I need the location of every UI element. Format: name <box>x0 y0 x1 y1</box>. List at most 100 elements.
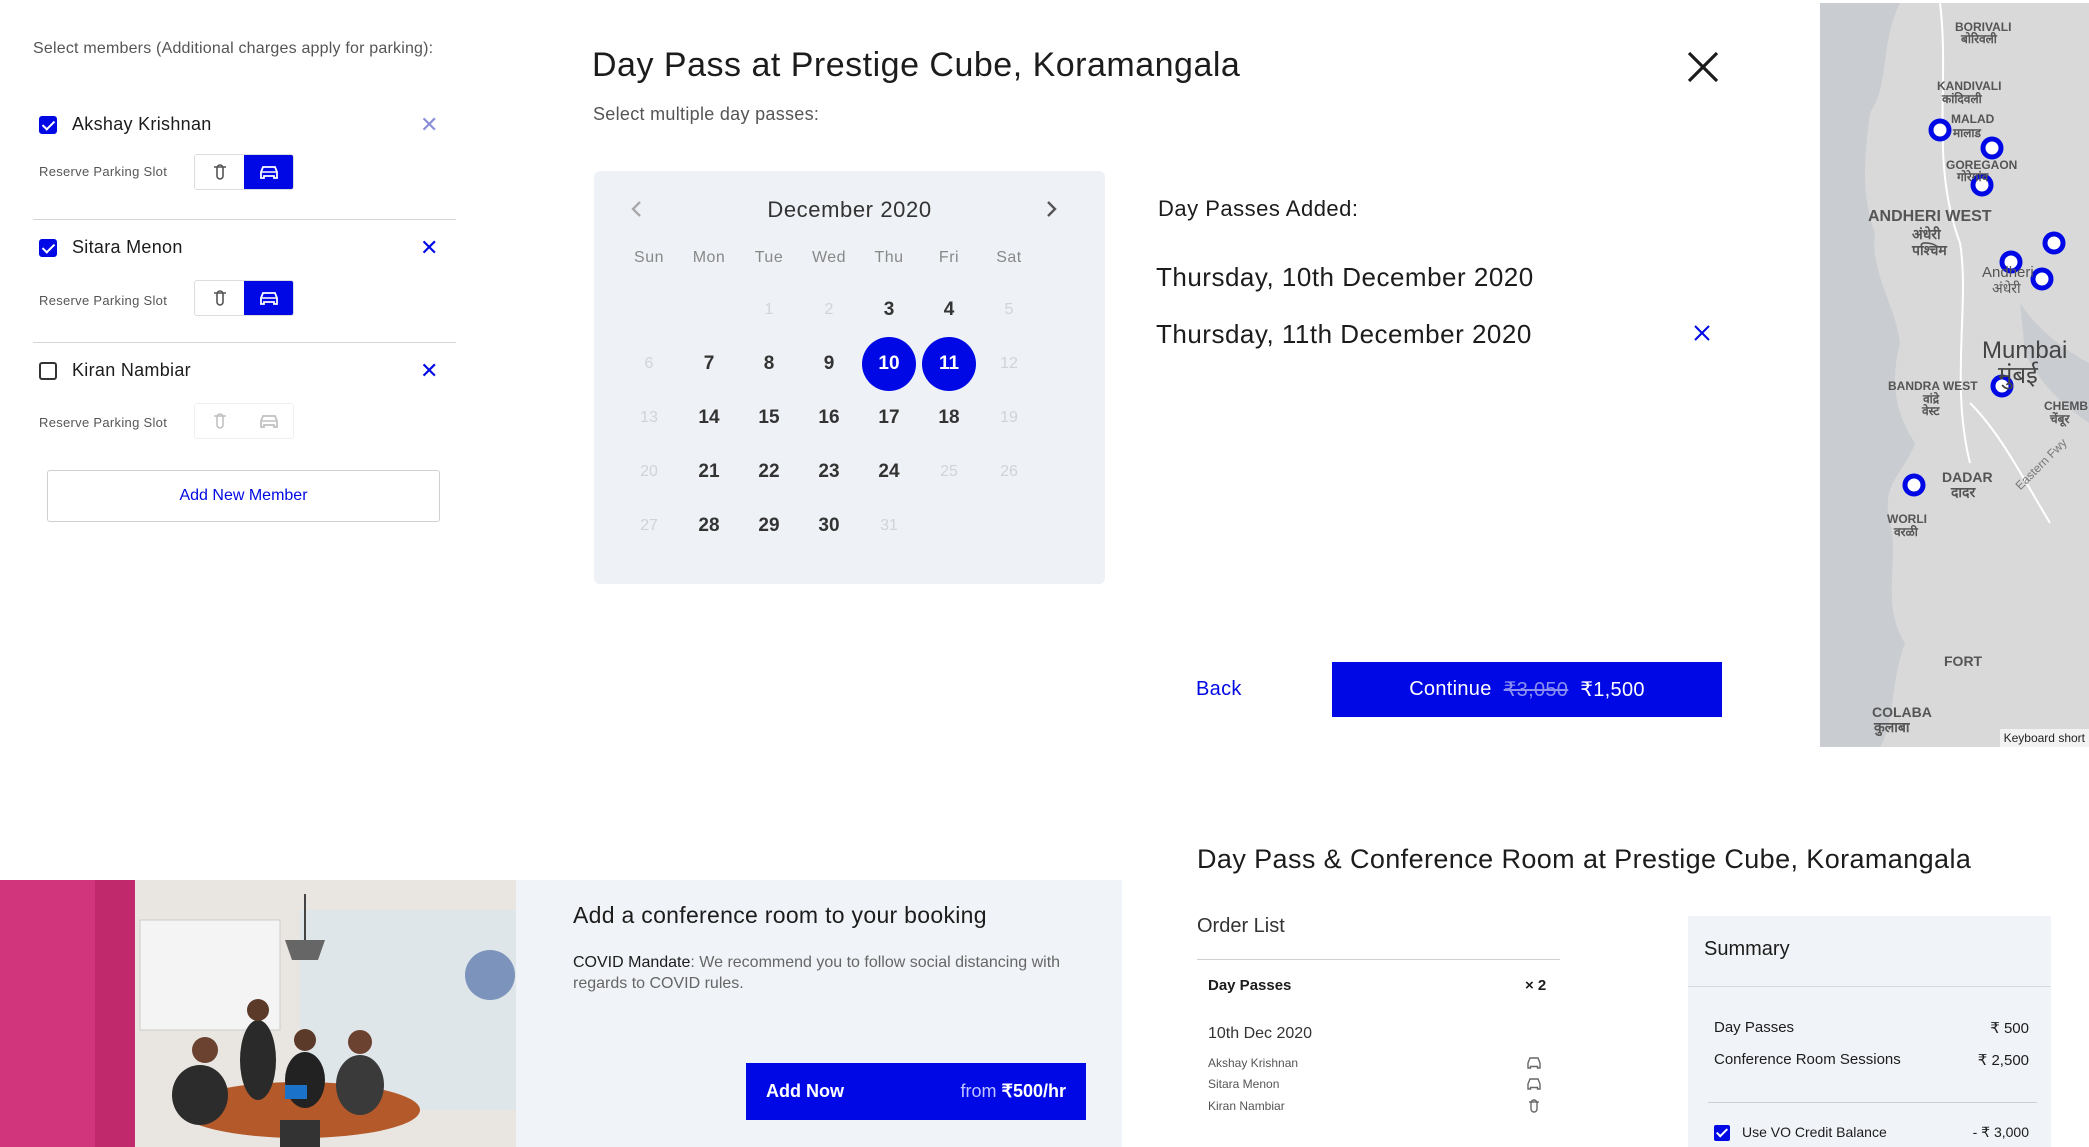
member-checkbox[interactable] <box>39 239 57 257</box>
continue-button[interactable]: Continue ₹3,050 ₹1,500 <box>1332 662 1722 717</box>
calendar-day[interactable]: 10 <box>859 337 919 391</box>
order-divider <box>1197 959 1560 960</box>
parking-toggle <box>194 154 294 190</box>
order-day-passes-label: Day Passes <box>1208 977 1292 994</box>
calendar-day[interactable]: 15 <box>739 391 799 445</box>
calendar-day[interactable]: 21 <box>679 445 739 499</box>
map-label: MALAD <box>1951 112 1995 126</box>
map[interactable]: BORIVALI बोरिवली KANDIVALI कांदिवली MALA… <box>1820 3 2089 747</box>
calendar-day: 25 <box>919 445 979 499</box>
add-new-member-button[interactable]: Add New Member <box>47 470 440 522</box>
bike-parking-option[interactable] <box>195 155 244 189</box>
calendar-day[interactable]: 17 <box>859 391 919 445</box>
order-date: 10th Dec 2020 <box>1208 1025 1313 1042</box>
map-label: वरळी <box>1894 525 1918 539</box>
map-label: बोरिवली <box>1961 32 1997 46</box>
calendar-day: 27 <box>619 499 679 553</box>
parking-label: Reserve Parking Slot <box>39 415 168 430</box>
calendar-day-number: 25 <box>940 463 958 480</box>
calendar-weekday: Sun <box>634 249 664 266</box>
bike-icon <box>1526 1098 1542 1113</box>
map-label: COLABA <box>1872 704 1932 720</box>
conference-price: from ₹500/hr <box>960 1081 1066 1102</box>
calendar-day: 26 <box>979 445 1039 499</box>
remove-day-pass-button[interactable] <box>1693 324 1711 342</box>
calendar-day-number: 2 <box>824 301 834 318</box>
calendar-day-number: 22 <box>758 461 780 482</box>
modal-title: Day Pass at Prestige Cube, Koramangala <box>592 46 1241 84</box>
parking-label: Reserve Parking Slot <box>39 164 168 179</box>
calendar-day-number: 11 <box>922 337 976 391</box>
next-month-button[interactable] <box>1039 197 1063 221</box>
calendar-day-number: 24 <box>878 461 900 482</box>
calendar-empty-cell <box>619 283 679 337</box>
calendar-day-number: 15 <box>758 407 780 428</box>
calendar-day[interactable]: 23 <box>799 445 859 499</box>
remove-member-icon[interactable]: ✕ <box>420 114 438 136</box>
order-day-passes-count: × 2 <box>1525 977 1547 994</box>
map-label: ANDHERI WEST <box>1868 208 1992 225</box>
calendar-day[interactable]: 29 <box>739 499 799 553</box>
close-icon <box>1694 325 1710 341</box>
member-checkbox[interactable] <box>39 116 57 134</box>
remove-member-icon[interactable]: ✕ <box>420 237 438 259</box>
conference-room-photo <box>0 880 516 1147</box>
remove-member-icon[interactable]: ✕ <box>420 360 438 382</box>
order-member-name: Akshay Krishnan <box>1208 1056 1299 1070</box>
calendar-day[interactable]: 11 <box>919 337 979 391</box>
calendar-day-number: 8 <box>763 353 775 374</box>
calendar-grid: Sun Mon Tue Wed Thu Fri Sat 1 2 3 4 5 6 7 8 9 10 11 12 13 14… <box>619 249 1039 553</box>
map-label: WORLI <box>1887 512 1927 526</box>
calendar-day[interactable]: 18 <box>919 391 979 445</box>
map-label: DADAR <box>1942 469 1993 485</box>
calendar-day[interactable]: 30 <box>799 499 859 553</box>
map-keyboard-shortcuts[interactable]: Keyboard short <box>1999 729 2089 747</box>
car-parking-option[interactable] <box>244 404 293 438</box>
calendar-day[interactable]: 14 <box>679 391 739 445</box>
calendar-day-number: 3 <box>883 299 895 320</box>
map-label: KANDIVALI <box>1937 79 2002 93</box>
calendar-day: 20 <box>619 445 679 499</box>
bike-parking-option[interactable] <box>195 404 244 438</box>
map-label: गोरेगांव <box>1957 170 1989 184</box>
members-heading: Select members (Additional charges apply… <box>33 40 434 57</box>
conference-room-card: Add a conference room to your booking CO… <box>0 880 1122 1147</box>
map-label: Mumbai <box>1982 337 2068 364</box>
calendar-day[interactable]: 4 <box>919 283 979 337</box>
calendar-day[interactable]: 22 <box>739 445 799 499</box>
bike-parking-option[interactable] <box>195 281 244 315</box>
member-checkbox[interactable] <box>39 362 57 380</box>
calendar-day[interactable]: 7 <box>679 337 739 391</box>
calendar-day[interactable]: 16 <box>799 391 859 445</box>
close-button[interactable] <box>1686 50 1720 84</box>
calendar-day: 12 <box>979 337 1039 391</box>
map-label: अंधेरी <box>1992 280 2021 296</box>
calendar-day[interactable]: 28 <box>679 499 739 553</box>
modal-subtitle: Select multiple day passes: <box>593 104 820 124</box>
calendar-weekday: Sat <box>996 249 1022 266</box>
calendar-day[interactable]: 9 <box>799 337 859 391</box>
calendar-day[interactable]: 24 <box>859 445 919 499</box>
map-label: BANDRA WEST <box>1888 379 1978 393</box>
car-icon <box>259 292 278 305</box>
calendar-day[interactable]: 8 <box>739 337 799 391</box>
credit-balance-option[interactable]: Use VO Credit Balance <box>1714 1124 1887 1142</box>
credit-balance-label: Use VO Credit Balance <box>1742 1124 1887 1140</box>
car-parking-option[interactable] <box>244 281 293 315</box>
member-name: Sitara Menon <box>72 237 183 257</box>
calendar-day: 1 <box>739 283 799 337</box>
credit-balance-checkbox[interactable] <box>1714 1125 1730 1142</box>
car-icon <box>1526 1077 1542 1091</box>
summary-panel: Summary Day Passes ₹ 500 Conference Room… <box>1688 916 2051 1147</box>
calendar-day[interactable]: 3 <box>859 283 919 337</box>
added-day-pass: Thursday, 10th December 2020 <box>1156 262 1534 292</box>
credit-balance-value: - ₹ 3,000 <box>1972 1124 2029 1141</box>
back-button[interactable]: Back <box>1196 678 1242 701</box>
car-parking-option[interactable] <box>244 155 293 189</box>
added-day-pass: Thursday, 11th December 2020 <box>1156 319 1532 349</box>
map-label: चेंबूर <box>2050 412 2070 426</box>
calendar-day-number: 10 <box>862 337 916 391</box>
car-icon <box>259 415 278 428</box>
discounted-price: ₹1,500 <box>1580 679 1645 701</box>
add-now-button[interactable]: Add Now from ₹500/hr <box>746 1063 1086 1120</box>
